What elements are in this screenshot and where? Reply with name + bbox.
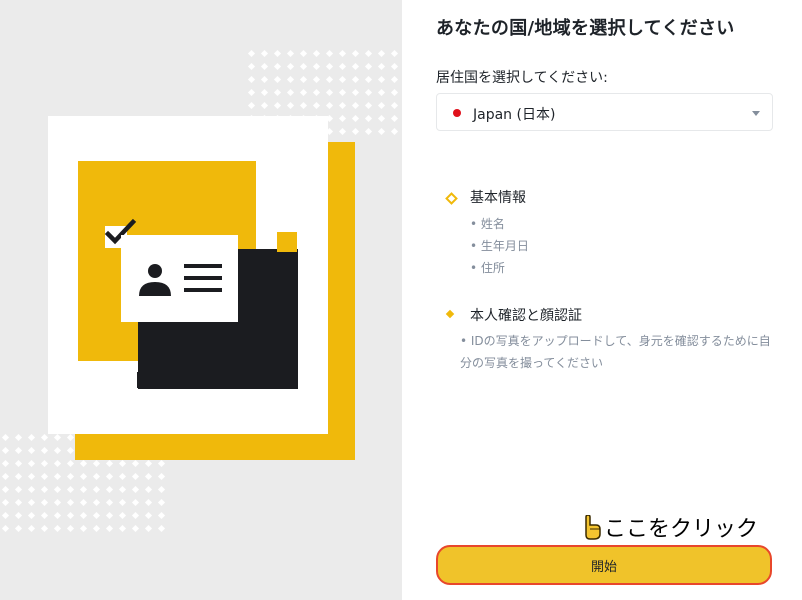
selected-country: Japan (日本): [473, 107, 556, 123]
id-card-graphic: [121, 235, 238, 322]
residence-label: 居住国を選択してください:: [436, 70, 608, 86]
japan-flag-icon: [453, 109, 461, 117]
start-button[interactable]: 開始: [436, 545, 772, 585]
list-item: • 生年月日: [470, 239, 529, 253]
pointing-hand-icon: [580, 514, 602, 547]
page-title: あなたの国/地域を選択してください: [436, 18, 735, 39]
illustration-panel: [0, 0, 402, 600]
list-item: • 住所: [470, 261, 505, 275]
caret-down-icon: [752, 111, 760, 116]
click-hint-text: ここをクリック: [604, 517, 759, 542]
click-hint: ここをクリック: [580, 511, 759, 542]
illustration-small-dark-square: [137, 372, 153, 388]
form-panel: あなたの国/地域を選択してください 居住国を選択してください: Japan (日…: [402, 0, 802, 600]
diamond-icon: [445, 192, 458, 205]
id-card-icon: [139, 264, 222, 296]
list-item: • IDの写真をアップロードして、身元を確認するために自分の写真を撮ってください: [460, 334, 771, 370]
section-heading: 基本情報: [470, 190, 526, 206]
diamond-icon: [445, 309, 455, 319]
list-item: • 姓名: [470, 217, 505, 231]
country-select[interactable]: Japan (日本): [436, 93, 773, 131]
section-heading: 本人確認と顔認証: [470, 308, 582, 324]
illustration-small-yellow-square: [277, 232, 297, 252]
